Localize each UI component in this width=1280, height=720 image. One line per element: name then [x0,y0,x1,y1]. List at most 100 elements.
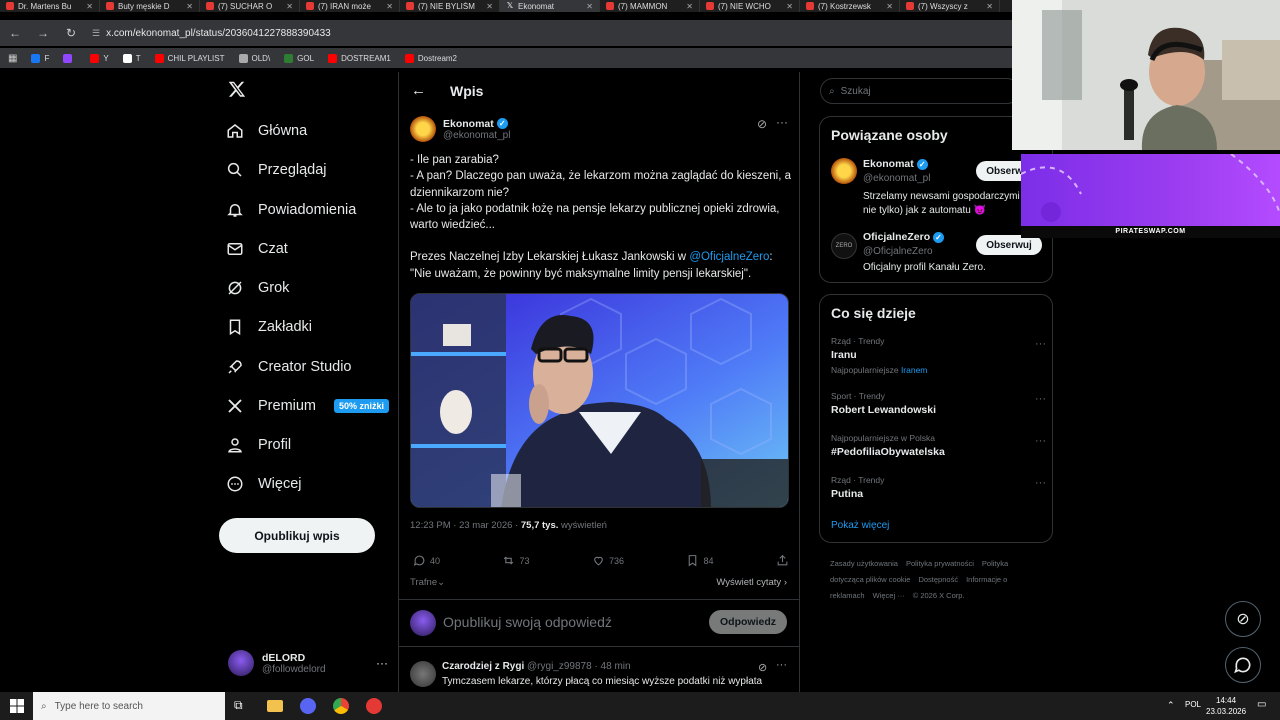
close-tab-icon[interactable]: ✕ [386,2,393,11]
windows-start-icon[interactable] [9,698,25,714]
chevron-up-icon[interactable]: ⌃ [1167,700,1175,711]
more-dots-icon[interactable]: ··· [1035,338,1046,350]
account-switcher[interactable]: dELORD @followdelord ··· [228,646,388,680]
back-arrow-icon[interactable]: ← [411,82,426,99]
footer-link[interactable]: Polityka prywatności [906,559,974,568]
browser-tab[interactable]: (7) NIE WCHO ✕ [700,0,800,12]
more-dots-icon[interactable]: ··· [376,656,388,670]
site-info-icon[interactable]: ☰ [92,28,100,39]
reply-input[interactable]: Opublikuj swoją odpowiedź [443,614,612,630]
more-dots-icon[interactable]: ··· [776,115,788,129]
close-tab-icon[interactable]: ✕ [486,2,493,11]
trend-item[interactable]: Najpopularniejsze w Polska #PedofiliaOby… [831,433,1046,458]
browser-tab[interactable]: Dr. Martens Bu ✕ [0,0,100,12]
post-button[interactable]: Opublikuj wpis [219,518,375,553]
close-tab-icon[interactable]: ✕ [986,2,993,11]
nav-item[interactable]: Zakładki [226,318,312,336]
close-tab-icon[interactable]: ✕ [886,2,893,11]
show-more-link[interactable]: Pokaż więcej [831,520,889,531]
close-tab-icon[interactable]: ✕ [786,2,793,11]
person-name[interactable]: Ekonomat [863,158,914,170]
footer-link[interactable]: Więcej ··· [873,591,905,600]
bookmark-item[interactable]: CHIL PLAYLIST [154,53,225,63]
person-avatar[interactable]: ZERO [831,233,857,259]
more-dots-icon[interactable]: ··· [1035,393,1046,405]
reload-icon[interactable]: ↻ [64,26,78,40]
follow-button[interactable]: Obserwuj [976,235,1042,255]
mention-link[interactable]: @OficjalneZero [689,251,769,263]
nav-item[interactable]: Przeglądaj [226,161,327,179]
obs-icon[interactable] [366,698,382,714]
messages-fab[interactable] [1225,647,1261,683]
back-arrow-icon[interactable]: ← [8,26,22,40]
footer-link[interactable]: Dostępność [918,575,958,584]
close-tab-icon[interactable]: ✕ [86,2,93,11]
search-input[interactable]: ⌕ Szukaj [820,78,1020,104]
more-dots-icon[interactable]: ··· [776,659,787,671]
author-avatar[interactable] [410,116,436,142]
trend-item[interactable]: Rząd · Trendy Iranu Najpopularniejsze Ir… [831,336,1046,375]
taskbar-search[interactable]: ⌕ Type here to search [33,692,225,720]
nav-item[interactable]: Grok [226,279,289,297]
bookmark-item[interactable]: F [31,53,49,63]
nav-item[interactable]: Więcej [226,475,302,493]
like-action[interactable]: 736 [592,554,624,567]
browser-tab[interactable]: (7) NIE BYLIŚM ✕ [400,0,500,12]
author-handle[interactable]: @ekonomat_pl [443,130,510,141]
grok-fab[interactable]: ⊘ [1225,601,1261,637]
post-video[interactable] [410,293,789,508]
close-tab-icon[interactable]: ✕ [586,2,593,11]
reply-action[interactable]: 40 [413,554,440,567]
sort-dropdown[interactable]: Trafne⌄ [410,577,445,588]
discord-icon[interactable] [300,698,316,714]
x-logo-icon[interactable] [228,80,246,98]
browser-tab[interactable]: 𝕏 Ekonomat ✕ [500,0,600,12]
nav-item[interactable]: Powiadomienia [226,201,356,219]
url-field[interactable]: ☰ x.com/ekonomat_pl/status/2036041227888… [92,28,331,39]
person-handle[interactable]: @ekonomat_pl [863,173,930,184]
file-explorer-icon[interactable] [267,700,283,712]
author-name[interactable]: Ekonomat [443,118,494,130]
bookmark-item[interactable]: OLD\ [238,53,270,63]
grok-icon[interactable]: ⊘ [757,117,767,131]
share-action[interactable] [776,554,789,567]
nav-item[interactable]: Premium 50% zniżki [226,397,390,415]
task-view-icon[interactable]: ⧉ [234,698,250,714]
close-tab-icon[interactable]: ✕ [286,2,293,11]
browser-tab[interactable]: (7) Wszyscy z ✕ [900,0,1000,12]
bookmark-item[interactable]: DOSTREAM1 [328,53,391,63]
browser-tab[interactable]: (7) SUCHAR O ✕ [200,0,300,12]
bookmark-item[interactable]: GOL [284,53,314,63]
more-dots-icon[interactable]: ··· [1035,435,1046,447]
bookmark-item[interactable]: Y [90,53,109,63]
forward-arrow-icon[interactable]: → [36,26,50,40]
reply-author[interactable]: Czarodziej z Rygi [442,661,524,672]
bookmark-item[interactable]: Dostream2 [404,53,457,63]
nav-item[interactable]: Creator Studio [226,358,352,376]
chrome-icon[interactable] [333,698,349,714]
person-name[interactable]: OficjalneZero [863,231,930,243]
nav-item[interactable]: Czat [226,240,288,258]
browser-tab[interactable]: Buty męskie D ✕ [100,0,200,12]
browser-tab[interactable]: (7) MAMMON ✕ [600,0,700,12]
person-avatar[interactable] [831,158,857,184]
nav-item[interactable]: Profil [226,436,291,454]
grok-icon[interactable]: ⊘ [758,661,767,674]
post-time[interactable]: 12:23 PM · 23 mar 2026 · [410,520,521,531]
trend-extra-link[interactable]: Iranem [901,365,927,375]
footer-link[interactable]: Zasady użytkowania [830,559,898,568]
bookmark-item[interactable]: T [122,53,141,63]
reply-avatar[interactable] [410,661,436,687]
apps-grid-icon[interactable]: ▦ [8,53,17,64]
nav-item[interactable]: Główna [226,122,307,140]
reply-button[interactable]: Odpowiedz [709,610,787,634]
more-dots-icon[interactable]: ··· [1035,477,1046,489]
language-indicator[interactable]: POL [1185,700,1201,709]
person-handle[interactable]: @OficjalneZero [863,246,933,257]
footer-link[interactable]: © 2026 X Corp. [913,591,965,600]
browser-tab[interactable]: (7) Kostrzewsk ✕ [800,0,900,12]
close-tab-icon[interactable]: ✕ [186,2,193,11]
repost-action[interactable]: 73 [502,554,530,567]
notification-icon[interactable]: ▭ [1257,699,1266,710]
show-quotes-link[interactable]: Wyświetl cytaty › [716,577,787,588]
